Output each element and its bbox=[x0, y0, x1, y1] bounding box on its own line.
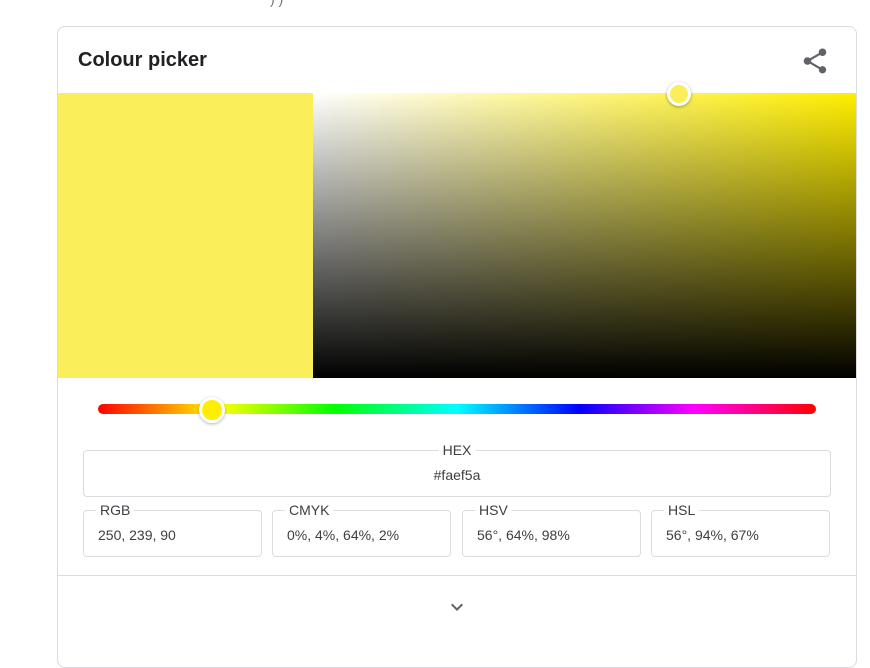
saturation-value-area[interactable] bbox=[313, 93, 856, 378]
cmyk-field: CMYK bbox=[272, 502, 451, 557]
hsl-input[interactable] bbox=[652, 511, 829, 556]
value-gradient bbox=[313, 93, 856, 378]
rgb-field: RGB bbox=[83, 502, 262, 557]
share-icon[interactable] bbox=[800, 46, 830, 76]
hsv-field: HSV bbox=[462, 502, 641, 557]
hex-input[interactable] bbox=[84, 451, 830, 496]
hex-field: HEX bbox=[83, 442, 831, 497]
saturation-value-handle[interactable] bbox=[667, 82, 691, 106]
chevron-down-icon[interactable] bbox=[445, 595, 469, 619]
colour-picker-card: Colour picker HEX RGB CMYK HSV HSL bbox=[57, 26, 857, 668]
hue-slider-handle[interactable] bbox=[199, 397, 225, 423]
rgb-input[interactable] bbox=[84, 511, 261, 556]
color-preview-swatch bbox=[58, 93, 313, 378]
top-cut-text: ) ) bbox=[270, 0, 283, 7]
card-title: Colour picker bbox=[78, 49, 207, 71]
cmyk-input[interactable] bbox=[273, 511, 450, 556]
hsl-field: HSL bbox=[651, 502, 830, 557]
hsv-input[interactable] bbox=[463, 511, 640, 556]
card-divider bbox=[58, 575, 856, 576]
